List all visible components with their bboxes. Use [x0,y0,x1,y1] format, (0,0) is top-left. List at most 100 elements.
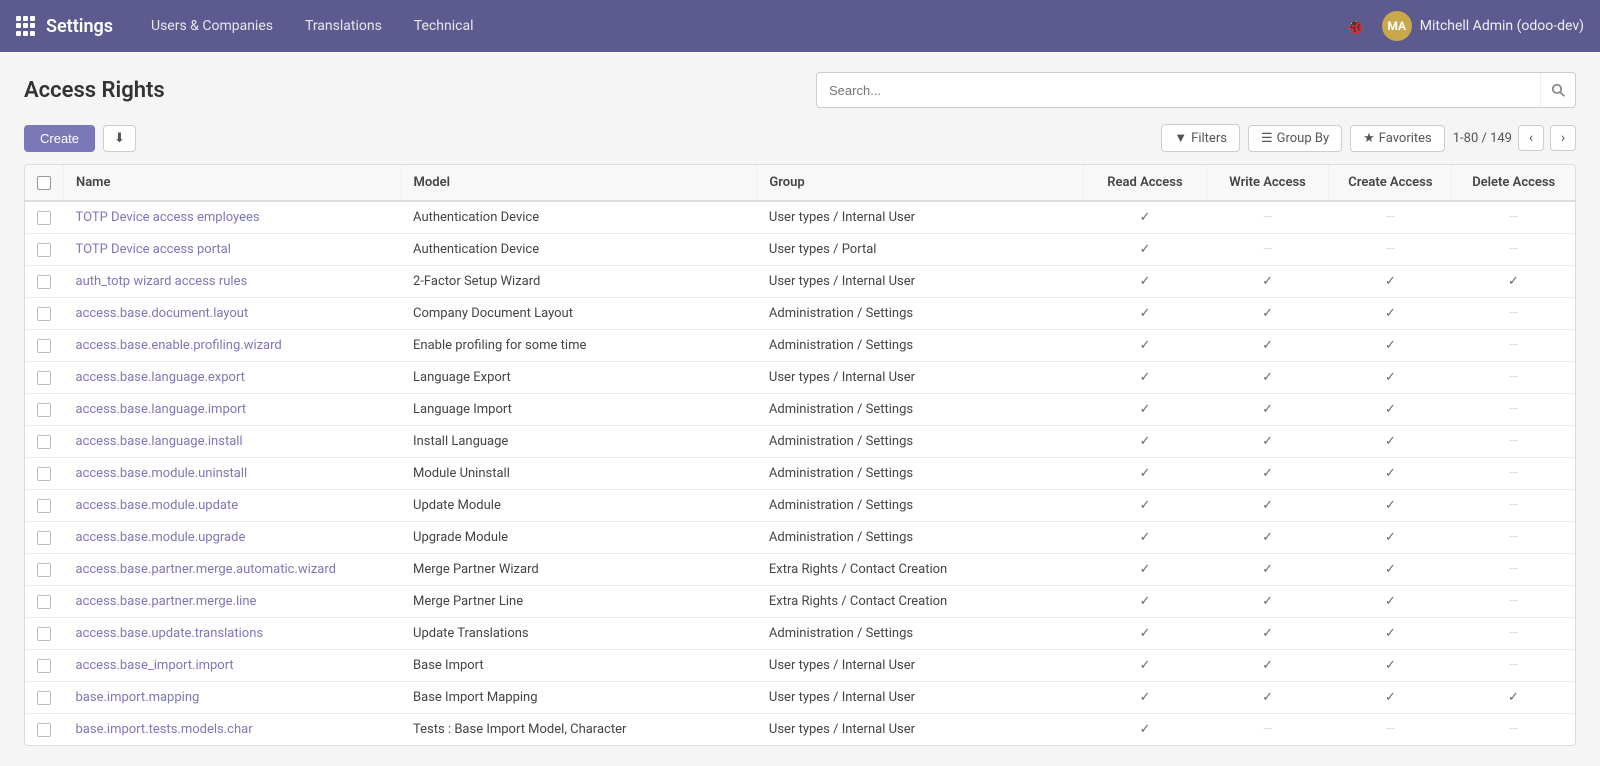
header-read-access[interactable]: Read Access [1084,165,1207,201]
table-row[interactable]: base.import.mappingBase Import MappingUs… [25,682,1575,714]
cell-delete: — [1452,554,1575,586]
cell-name[interactable]: TOTP Device access employees [64,201,402,234]
table-row[interactable]: TOTP Device access portalAuthentication … [25,234,1575,266]
row-checkbox[interactable] [37,243,51,257]
cell-name[interactable]: base.import.mapping [64,682,402,714]
table-row[interactable]: access.base.module.uninstallModule Unins… [25,458,1575,490]
cell-name[interactable]: access.base.module.uninstall [64,458,402,490]
cell-model: Authentication Device [401,201,757,234]
cell-write: ✓ [1206,394,1329,426]
cell-model: Install Language [401,426,757,458]
header-delete-access[interactable]: Delete Access [1452,165,1575,201]
table-row[interactable]: access.base_import.importBase ImportUser… [25,650,1575,682]
table-row[interactable]: access.base.module.upgradeUpgrade Module… [25,522,1575,554]
row-checkbox[interactable] [37,211,51,225]
pagination-prev[interactable]: ‹ [1518,125,1544,151]
row-checkbox[interactable] [37,435,51,449]
cell-read: ✓ [1084,490,1207,522]
write-check-icon: ✓ [1262,626,1273,641]
table-row[interactable]: access.base.document.layoutCompany Docum… [25,298,1575,330]
read-check-icon: ✓ [1140,402,1151,417]
cell-read: ✓ [1084,266,1207,298]
read-check-icon: ✓ [1140,562,1151,577]
cell-name[interactable]: access.base.enable.profiling.wizard [64,330,402,362]
cell-group: Administration / Settings [757,426,1084,458]
cell-name[interactable]: access.base.language.install [64,426,402,458]
cell-write: — [1206,201,1329,234]
table-row[interactable]: access.base.language.exportLanguage Expo… [25,362,1575,394]
row-checkbox[interactable] [37,627,51,641]
row-checkbox[interactable] [37,499,51,513]
cell-name[interactable]: access.base.language.import [64,394,402,426]
nav-technical[interactable]: Technical [400,12,488,40]
create-check-icon: ✓ [1385,690,1396,705]
user-menu[interactable]: MA Mitchell Admin (odoo-dev) [1382,11,1584,41]
cell-name[interactable]: auth_totp wizard access rules [64,266,402,298]
cell-name[interactable]: access.base.language.export [64,362,402,394]
debug-icon[interactable]: 🐞 [1346,17,1366,36]
table-row[interactable]: access.base.partner.merge.automatic.wiza… [25,554,1575,586]
cell-name[interactable]: access.base.partner.merge.line [64,586,402,618]
cell-name[interactable]: access.base_import.import [64,650,402,682]
row-checkbox[interactable] [37,403,51,417]
row-checkbox[interactable] [37,307,51,321]
cell-name[interactable]: access.base.module.upgrade [64,522,402,554]
cell-name[interactable]: access.base.partner.merge.automatic.wiza… [64,554,402,586]
cell-name[interactable]: base.import.tests.models.char [64,714,402,746]
row-checkbox[interactable] [37,467,51,481]
search-button[interactable] [1540,73,1575,107]
header-write-access[interactable]: Write Access [1206,165,1329,201]
delete-empty-icon: — [1508,306,1518,321]
write-check-icon: ✓ [1262,402,1273,417]
row-checkbox[interactable] [37,723,51,737]
cell-name[interactable]: access.base.document.layout [64,298,402,330]
row-checkbox[interactable] [37,371,51,385]
nav-translations[interactable]: Translations [291,12,396,40]
table-row[interactable]: TOTP Device access employeesAuthenticati… [25,201,1575,234]
pagination-next[interactable]: › [1550,125,1576,151]
table-row[interactable]: access.base.language.importLanguage Impo… [25,394,1575,426]
read-check-icon: ✓ [1140,690,1151,705]
page-header: Access Rights [24,72,1576,108]
row-checkbox[interactable] [37,339,51,353]
cell-delete: — [1452,362,1575,394]
groupby-button[interactable]: ☰ Group By [1248,125,1342,152]
cell-create: ✓ [1329,522,1452,554]
cell-create: ✓ [1329,586,1452,618]
table-row[interactable]: access.base.enable.profiling.wizardEnabl… [25,330,1575,362]
row-checkbox[interactable] [37,595,51,609]
header-group[interactable]: Group [757,165,1084,201]
favorites-button[interactable]: ★ Favorites [1350,125,1445,152]
table-row[interactable]: access.base.partner.merge.lineMerge Part… [25,586,1575,618]
cell-create: ✓ [1329,650,1452,682]
filter-icon: ▼ [1174,130,1187,146]
table-row[interactable]: base.import.tests.models.charTests : Bas… [25,714,1575,746]
app-switcher-icon[interactable] [16,16,36,36]
cell-name[interactable]: access.base.module.update [64,490,402,522]
search-input[interactable] [817,83,1540,98]
row-checkbox[interactable] [37,691,51,705]
row-checkbox[interactable] [37,563,51,577]
cell-delete: — [1452,426,1575,458]
header-create-access[interactable]: Create Access [1329,165,1452,201]
header-model[interactable]: Model [401,165,757,201]
row-checkbox[interactable] [37,531,51,545]
nav-users-companies[interactable]: Users & Companies [137,12,287,40]
write-check-icon: ✓ [1262,274,1273,289]
table-row[interactable]: access.base.module.updateUpdate ModuleAd… [25,490,1575,522]
table-row[interactable]: access.base.update.translationsUpdate Tr… [25,618,1575,650]
app-title[interactable]: Settings [46,16,113,37]
cell-model: Upgrade Module [401,522,757,554]
row-checkbox[interactable] [37,659,51,673]
create-button[interactable]: Create [24,125,95,152]
select-all-checkbox[interactable] [37,176,51,190]
filters-button[interactable]: ▼ Filters [1161,124,1240,152]
row-checkbox[interactable] [37,275,51,289]
cell-delete: — [1452,458,1575,490]
header-name[interactable]: Name [64,165,402,201]
cell-name[interactable]: TOTP Device access portal [64,234,402,266]
table-row[interactable]: access.base.language.installInstall Lang… [25,426,1575,458]
table-row[interactable]: auth_totp wizard access rules2-Factor Se… [25,266,1575,298]
cell-name[interactable]: access.base.update.translations [64,618,402,650]
download-button[interactable]: ⬇ [103,125,136,152]
